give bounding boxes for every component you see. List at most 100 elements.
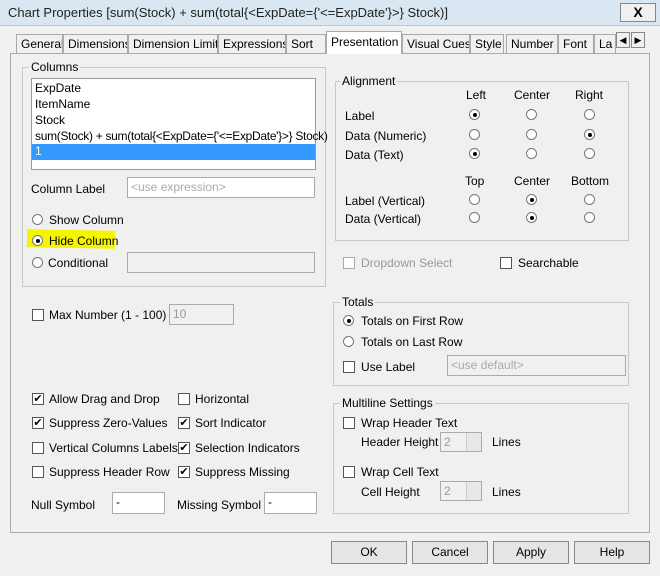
suppress-header-checkbox[interactable] [32, 466, 44, 478]
window-title: Chart Properties [sum(Stock) + sum(total… [8, 5, 448, 20]
column-label-input[interactable]: <use expression> [127, 177, 315, 198]
max-number-input[interactable]: 10 [169, 304, 234, 325]
totals-last-radio[interactable] [343, 336, 354, 347]
totals-first-radio[interactable] [343, 315, 354, 326]
max-number-label: Max Number (1 - 100) [49, 308, 167, 322]
title-bar: Chart Properties [sum(Stock) + sum(total… [0, 0, 660, 26]
tab-style[interactable]: Style [470, 34, 504, 53]
columns-legend: Columns [29, 60, 81, 74]
tab-sort[interactable]: Sort [286, 34, 326, 53]
text-center-radio[interactable] [526, 148, 537, 159]
max-number-checkbox[interactable] [32, 309, 44, 321]
missing-symbol-input[interactable]: - [264, 492, 317, 514]
cell-height-label: Cell Height [361, 485, 420, 499]
wrap-header-checkbox[interactable] [343, 417, 355, 429]
align-right-header: Right [575, 88, 604, 102]
tab-general[interactable]: General [16, 34, 63, 53]
label-left-radio[interactable] [469, 109, 480, 120]
suppress-zero-label: Suppress Zero-Values [49, 416, 168, 430]
align-left-header: Left [466, 88, 487, 102]
list-item[interactable]: Stock [35, 113, 65, 127]
valign-row-data: Data (Vertical) [345, 212, 422, 226]
null-symbol-label: Null Symbol [31, 498, 96, 512]
close-button[interactable]: X [620, 3, 656, 22]
align-row-data-numeric: Data (Numeric) [345, 129, 427, 143]
vertical-labels-label: Vertical Columns Labels [49, 441, 178, 455]
vdata-bottom-radio[interactable] [584, 212, 595, 223]
valign-center-header: Center [514, 174, 551, 188]
tab-number[interactable]: Number [506, 34, 558, 53]
allow-drag-checkbox[interactable]: ✔ [32, 393, 44, 405]
help-button[interactable]: Help [574, 541, 650, 564]
dropdown-select-checkbox[interactable] [343, 257, 355, 269]
list-item-selected[interactable]: 1 [32, 144, 315, 160]
show-column-label: Show Column [49, 213, 124, 227]
vertical-labels-checkbox[interactable] [32, 442, 44, 454]
show-column-radio[interactable] [32, 214, 43, 225]
use-label-label: Use Label [361, 360, 416, 374]
text-right-radio[interactable] [584, 148, 595, 159]
tab-dimensions[interactable]: Dimensions [63, 34, 128, 53]
valign-bottom-header: Bottom [571, 174, 610, 188]
conditional-input[interactable] [127, 252, 315, 273]
totals-last-label: Totals on Last Row [361, 335, 463, 349]
tab-visual-cues[interactable]: Visual Cues [402, 34, 470, 53]
vdata-top-radio[interactable] [469, 212, 480, 223]
align-row-label: Label [345, 109, 375, 123]
tab-scroll-right-icon[interactable]: ▶ [631, 32, 645, 48]
tab-font[interactable]: Font [558, 34, 594, 53]
totals-legend: Totals [340, 295, 376, 309]
numeric-left-radio[interactable] [469, 129, 480, 140]
alignment-legend: Alignment [340, 74, 398, 88]
list-item[interactable]: ItemName [35, 97, 90, 111]
numeric-center-radio[interactable] [526, 129, 537, 140]
null-symbol-input[interactable]: - [112, 492, 165, 514]
vlabel-top-radio[interactable] [469, 194, 480, 205]
list-item[interactable]: ExpDate [35, 81, 81, 95]
vdata-center-radio[interactable] [526, 212, 537, 223]
cell-lines-label: Lines [492, 485, 521, 499]
tab-dimension-limits[interactable]: Dimension Limits [128, 34, 218, 53]
suppress-missing-checkbox[interactable]: ✔ [178, 466, 190, 478]
header-lines-label: Lines [492, 435, 521, 449]
sort-indicator-label: Sort Indicator [195, 416, 267, 430]
apply-button[interactable]: Apply [493, 541, 569, 564]
conditional-label: Conditional [48, 256, 109, 270]
use-label-checkbox[interactable] [343, 361, 355, 373]
allow-drag-label: Allow Drag and Drop [49, 392, 160, 406]
totals-label-input[interactable]: <use default> [447, 355, 626, 376]
horizontal-checkbox[interactable] [178, 393, 190, 405]
vlabel-bottom-radio[interactable] [584, 194, 595, 205]
ok-button[interactable]: OK [331, 541, 407, 564]
label-right-radio[interactable] [584, 109, 595, 120]
sort-indicator-checkbox[interactable]: ✔ [178, 417, 190, 429]
conditional-radio[interactable] [32, 257, 43, 268]
label-center-radio[interactable] [526, 109, 537, 120]
selection-indicators-label: Selection Indicators [195, 441, 300, 455]
horizontal-label: Horizontal [195, 392, 250, 406]
missing-symbol-label: Missing Symbol [177, 498, 262, 512]
hide-column-label: Hide Column [49, 234, 119, 248]
wrap-cell-checkbox[interactable] [343, 466, 355, 478]
cell-height-stepper[interactable]: 2 [440, 481, 482, 501]
tab-scroll-left-icon[interactable]: ◀ [616, 32, 630, 48]
valign-top-header: Top [465, 174, 485, 188]
dropdown-select-label: Dropdown Select [361, 256, 453, 270]
selection-indicators-checkbox[interactable]: ✔ [178, 442, 190, 454]
text-left-radio[interactable] [469, 148, 480, 159]
list-item[interactable]: sum(Stock) + sum(total{<ExpDate={'<=ExpD… [35, 129, 328, 143]
hide-column-radio[interactable] [32, 235, 43, 246]
searchable-checkbox[interactable] [500, 257, 512, 269]
numeric-right-radio[interactable] [584, 129, 595, 140]
tab-layout[interactable]: La [594, 34, 616, 53]
header-height-label: Header Height [361, 435, 439, 449]
cancel-button[interactable]: Cancel [412, 541, 488, 564]
columns-list[interactable]: ExpDate ItemName Stock sum(Stock) + sum(… [31, 78, 328, 170]
suppress-zero-checkbox[interactable]: ✔ [32, 417, 44, 429]
wrap-header-label: Wrap Header Text [361, 416, 458, 430]
header-height-stepper[interactable]: 2 [440, 432, 482, 452]
tab-presentation[interactable]: Presentation [326, 31, 402, 54]
tab-expressions[interactable]: Expressions [218, 34, 286, 53]
vlabel-center-radio[interactable] [526, 194, 537, 205]
valign-row-label: Label (Vertical) [345, 194, 426, 208]
